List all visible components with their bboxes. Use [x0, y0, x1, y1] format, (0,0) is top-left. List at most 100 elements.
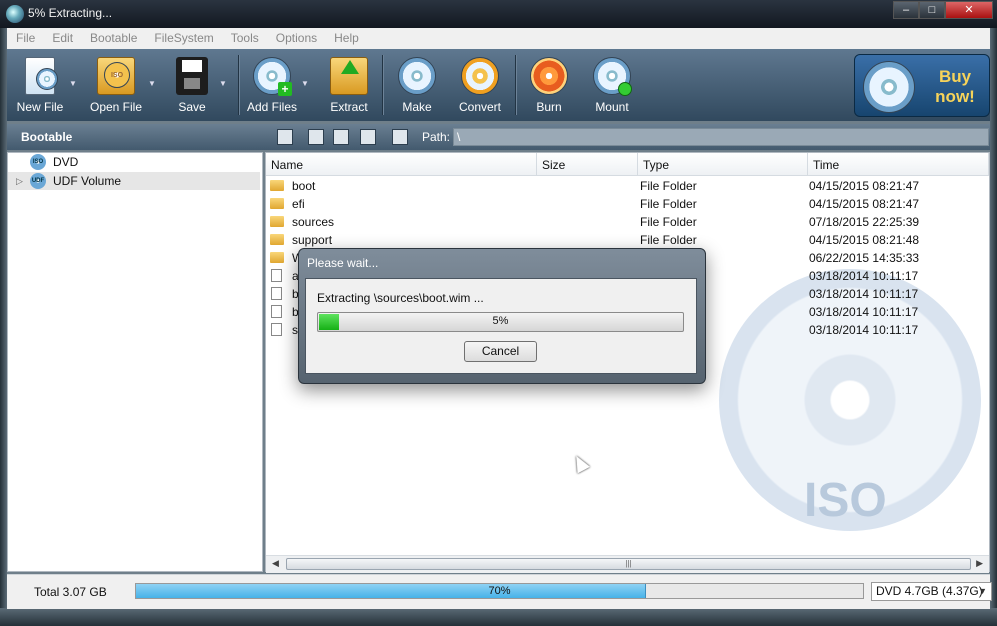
make-icon	[398, 57, 436, 95]
new-file-dropdown-icon[interactable]: ▼	[69, 79, 77, 88]
folder-icon	[270, 198, 284, 209]
extract-progress-bar: 5%	[317, 312, 684, 332]
column-header-name[interactable]: Name	[266, 153, 537, 175]
menu-filesystem[interactable]: FileSystem	[145, 28, 221, 45]
minimize-button[interactable]: ‒	[893, 1, 919, 19]
dialog-title: Please wait...	[307, 256, 379, 270]
new-file-icon	[25, 57, 58, 95]
title-bar[interactable]: 5% Extracting... ‒ □ ✕	[0, 0, 997, 28]
buy-now-button[interactable]: Buy now!	[854, 54, 990, 117]
toolbar-separator	[382, 55, 384, 115]
save-icon	[176, 57, 208, 95]
close-button[interactable]: ✕	[945, 1, 993, 19]
add-files-button[interactable]: + Add Files	[243, 53, 301, 117]
app-icon[interactable]	[6, 5, 24, 23]
scroll-thumb[interactable]: |||	[286, 558, 971, 570]
add-files-icon: +	[253, 57, 292, 96]
tree-item-label: DVD	[53, 155, 79, 169]
chevron-down-icon: ▼	[978, 586, 987, 596]
save-dropdown-icon[interactable]: ▼	[219, 79, 227, 88]
burn-icon	[530, 57, 568, 95]
open-file-dropdown-icon[interactable]: ▼	[148, 79, 156, 88]
folder-icon	[270, 180, 284, 191]
new-file-button[interactable]: New File	[12, 53, 68, 117]
iso-disc-icon: ISO	[30, 154, 46, 170]
cell-type: File Folder	[640, 233, 697, 247]
cell-time: 03/18/2014 10:11:17	[809, 269, 919, 283]
progress-dialog[interactable]: Please wait... Extracting \sources\boot.…	[298, 248, 706, 384]
add-files-dropdown-icon[interactable]: ▼	[301, 79, 309, 88]
cancel-button[interactable]: Cancel	[464, 341, 537, 362]
convert-icon	[461, 57, 499, 95]
table-row[interactable]: boot File Folder 04/15/2015 08:21:47	[266, 177, 989, 195]
minimize-icon: ‒	[902, 4, 910, 16]
column-header-time[interactable]: Time	[808, 153, 989, 175]
scroll-right-icon[interactable]: ▶	[976, 558, 983, 569]
toolbar: New File ▼ ISO Open File ▼ Save ▼ + Add …	[7, 49, 990, 121]
tree-item-label: UDF Volume	[53, 174, 122, 188]
make-button[interactable]: Make	[392, 53, 442, 117]
expand-arrow-icon[interactable]: ▷	[16, 172, 23, 190]
folder-icon	[270, 216, 284, 227]
extract-button[interactable]: Extract	[323, 53, 375, 117]
column-header-type[interactable]: Type	[638, 153, 808, 175]
burn-button[interactable]: Burn	[525, 53, 573, 117]
table-row[interactable]: support File Folder 04/15/2015 08:21:48	[266, 231, 989, 249]
maximize-button[interactable]: □	[919, 1, 945, 19]
sub-toolbar: Bootable Path: \	[7, 124, 990, 150]
cell-time: 06/22/2015 14:35:33	[809, 251, 920, 265]
delete-icon[interactable]	[360, 129, 376, 145]
close-icon: ✕	[964, 4, 974, 16]
file-icon	[271, 305, 282, 318]
rename-icon[interactable]	[333, 129, 349, 145]
file-icon	[271, 323, 282, 336]
window-frame-bottom	[0, 608, 997, 626]
extracting-message: Extracting \sources\boot.wim ...	[317, 291, 484, 305]
menu-help[interactable]: Help	[325, 28, 367, 45]
table-row[interactable]: sources File Folder 07/18/2015 22:25:39	[266, 213, 989, 231]
menu-bootable[interactable]: Bootable	[81, 28, 145, 45]
properties-icon[interactable]	[392, 129, 408, 145]
path-label: Path:	[422, 130, 451, 144]
mount-button[interactable]: Mount	[587, 53, 637, 117]
cell-name: boot	[292, 179, 316, 193]
scroll-left-icon[interactable]: ◀	[272, 558, 279, 569]
cell-type: File Folder	[640, 179, 697, 193]
menu-edit[interactable]: Edit	[43, 28, 81, 45]
disc-type-value: DVD 4.7GB (4.37G)	[876, 584, 983, 598]
cell-type: File Folder	[640, 215, 697, 229]
cell-time: 03/18/2014 10:11:17	[809, 287, 919, 301]
window-frame-right	[990, 28, 997, 626]
path-input[interactable]: \	[453, 128, 989, 146]
cell-name: sources	[292, 215, 335, 229]
tree-item-udf-volume[interactable]: ▷ UDF UDF Volume	[8, 172, 260, 190]
maximize-icon: □	[928, 4, 936, 16]
convert-button[interactable]: Convert	[453, 53, 507, 117]
disc-usage-bar: 70%	[135, 583, 864, 599]
column-header-size[interactable]: Size	[537, 153, 638, 175]
menu-options[interactable]: Options	[267, 28, 325, 45]
new-folder-icon[interactable]	[308, 129, 324, 145]
menu-tools[interactable]: Tools	[222, 28, 267, 45]
iso-disc-icon	[863, 61, 915, 113]
save-button[interactable]: Save	[167, 53, 217, 117]
folder-tree: ISO DVD ▷ UDF UDF Volume	[7, 152, 263, 572]
open-folder-icon: ISO	[97, 57, 135, 95]
toolbar-separator	[515, 55, 517, 115]
cell-time: 03/18/2014 10:11:17	[809, 305, 919, 319]
dialog-body: Extracting \sources\boot.wim ... 5% Canc…	[305, 278, 697, 374]
cell-time: 04/15/2015 08:21:47	[809, 179, 920, 193]
disc-type-select[interactable]: DVD 4.7GB (4.37G) ▼	[871, 582, 992, 601]
horizontal-scrollbar[interactable]: ◀ ||| ▶	[266, 555, 989, 573]
menu-file[interactable]: File	[7, 28, 43, 45]
window-title: 5% Extracting...	[28, 6, 113, 20]
udf-disc-icon: UDF	[30, 173, 46, 189]
tree-item-dvd[interactable]: ISO DVD	[8, 153, 260, 171]
open-file-button[interactable]: ISO Open File	[85, 53, 147, 117]
list-header: Name Size Type Time	[266, 153, 989, 176]
table-row[interactable]: efi File Folder 04/15/2015 08:21:47	[266, 195, 989, 213]
total-size: Total 3.07 GB	[34, 585, 107, 599]
file-icon	[271, 287, 282, 300]
cell-name: support	[292, 233, 333, 247]
up-folder-icon[interactable]	[277, 129, 293, 145]
